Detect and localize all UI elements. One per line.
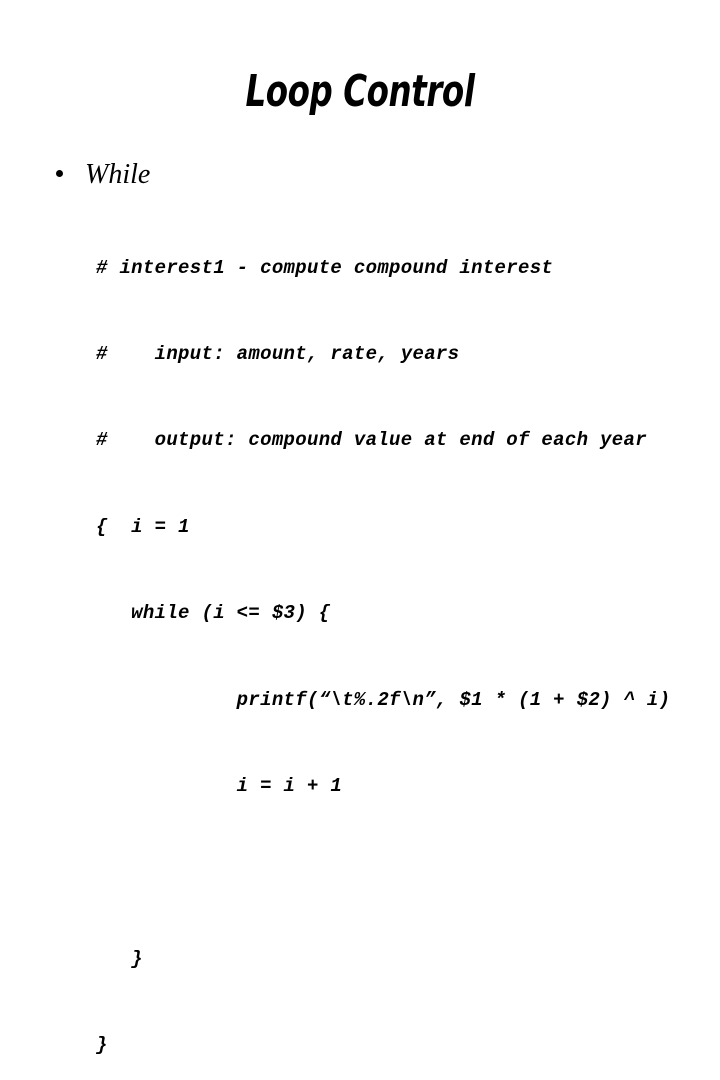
bullet-item-label: While: [85, 159, 151, 190]
code-line: # interest1 - compute compound interest: [96, 256, 554, 279]
code-line: i = i + 1: [96, 774, 343, 797]
bullet-item-while: While: [56, 160, 150, 190]
code-line: }: [96, 1034, 108, 1057]
slide: Loop Control While # interest1 - compute…: [0, 0, 720, 1056]
code-line: printf(“\t%.2f\n”, $1 * (1 + $2) ^ i): [96, 688, 671, 711]
code-line: while (i <= $3) {: [96, 602, 331, 625]
page-title: Loop Control: [245, 66, 475, 117]
code-line: # output: compound value at end of each …: [96, 429, 647, 452]
code-line: # input: amount, rate, years: [96, 342, 460, 365]
code-line: { i = 1: [96, 515, 190, 538]
code-line: }: [96, 947, 143, 970]
code-block: # interest1 - compute compound interest …: [96, 196, 670, 1080]
bullet-dot-icon: [56, 170, 63, 177]
